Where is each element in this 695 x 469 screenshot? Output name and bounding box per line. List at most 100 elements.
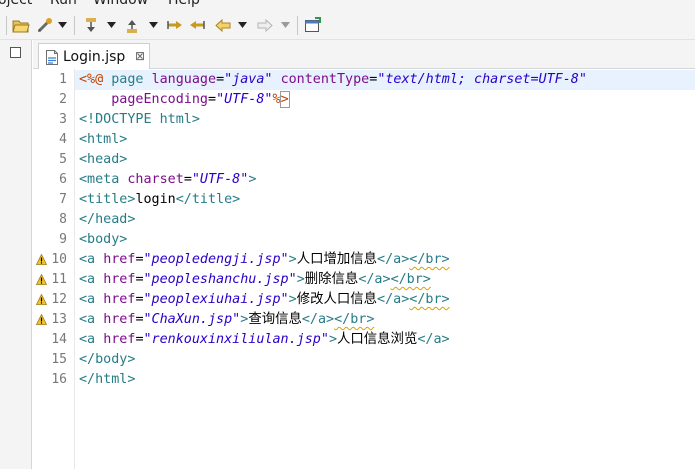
code-token: page bbox=[111, 72, 152, 87]
code-line[interactable]: <meta charset="UTF-8"> bbox=[79, 170, 256, 190]
code-token: </body> bbox=[79, 352, 136, 367]
code-token: login bbox=[135, 192, 176, 207]
menu-window[interactable]: Window bbox=[93, 0, 148, 8]
code-token: </br> bbox=[409, 252, 450, 267]
code-token: "UTF-8" bbox=[216, 92, 273, 107]
code-line[interactable]: <a href="ChaXun.jsp">查询信息</a></br> bbox=[79, 310, 374, 330]
close-icon[interactable]: ⊠ bbox=[135, 49, 145, 63]
menu-project[interactable]: oject bbox=[0, 0, 32, 8]
warning-icon[interactable] bbox=[36, 254, 47, 265]
code-line[interactable]: <a href="peopleshanchu.jsp">删除信息</a></br… bbox=[79, 270, 431, 290]
line-number: 1 bbox=[59, 72, 67, 87]
chevron-down-icon[interactable] bbox=[281, 22, 290, 28]
code-token: = bbox=[183, 172, 192, 187]
code-token: "text/html; charset=UTF-8" bbox=[377, 72, 587, 87]
jsp-file-icon bbox=[45, 50, 59, 65]
code-line[interactable]: </head> bbox=[79, 210, 135, 230]
line-number: 4 bbox=[59, 132, 67, 147]
code-line[interactable]: <body> bbox=[79, 230, 127, 250]
code-token: <body> bbox=[79, 232, 128, 247]
code-token: <a bbox=[79, 252, 104, 267]
line-number: 5 bbox=[59, 152, 67, 167]
toolbar bbox=[0, 10, 695, 40]
warning-icon[interactable] bbox=[36, 294, 47, 305]
line-number: 7 bbox=[59, 192, 67, 207]
code-token: </a> bbox=[417, 332, 450, 347]
line-number: 14 bbox=[51, 332, 67, 347]
code-token: > bbox=[296, 272, 305, 287]
code-token: </br> bbox=[334, 312, 375, 327]
code-line[interactable]: <a href="renkouxinxiliulan.jsp">人口信息浏览</… bbox=[79, 330, 450, 350]
code-token: = bbox=[216, 72, 225, 87]
code-token: "renkouxinxiliulan.jsp" bbox=[143, 332, 329, 347]
next-edit-icon[interactable] bbox=[188, 17, 206, 34]
tab-title: Login.jsp bbox=[63, 49, 126, 65]
code-token: </a> bbox=[301, 312, 335, 327]
line-number: 8 bbox=[59, 212, 67, 227]
line-number: 2 bbox=[59, 92, 67, 107]
code-token: href bbox=[103, 312, 136, 327]
line-number: 6 bbox=[59, 172, 67, 187]
code-token: <a bbox=[79, 272, 104, 287]
code-token: </head> bbox=[79, 212, 136, 227]
code-editor[interactable]: 1 2 3 4 5 6 7 8 9 10 11 12 13 14 15 16 <%@ page languag… bbox=[33, 69, 695, 469]
code-token: = bbox=[135, 272, 144, 287]
code-token: 人口信息浏览 bbox=[337, 332, 418, 347]
code-line[interactable]: </body> bbox=[79, 350, 135, 370]
chevron-down-icon[interactable] bbox=[58, 22, 67, 28]
code-token: contentType bbox=[280, 72, 370, 87]
code-token: = bbox=[135, 332, 144, 347]
code-token: "peoplexiuhai.jsp" bbox=[143, 292, 289, 307]
code-token: = bbox=[135, 252, 144, 267]
code-line[interactable]: <title>login</title> bbox=[79, 190, 240, 210]
code-token: href bbox=[103, 292, 136, 307]
code-line[interactable]: pageEncoding="UTF-8"%> bbox=[79, 90, 290, 110]
last-edit-icon[interactable] bbox=[166, 17, 184, 34]
code-token: pageEncoding bbox=[111, 92, 208, 107]
code-token: > bbox=[288, 292, 297, 307]
menu-help[interactable]: Help bbox=[168, 0, 200, 8]
code-line[interactable]: <!DOCTYPE html> bbox=[79, 110, 200, 130]
line-number: 9 bbox=[59, 232, 67, 247]
line-number: 15 bbox=[51, 352, 67, 367]
left-panel-strip bbox=[0, 40, 32, 469]
code-line[interactable]: <head> bbox=[79, 150, 127, 170]
previous-annotation-icon[interactable] bbox=[125, 17, 143, 34]
code-token: <head> bbox=[79, 152, 128, 167]
toolbar-separator bbox=[6, 16, 7, 35]
gutter-divider bbox=[74, 69, 75, 469]
code-token: </a> bbox=[377, 252, 410, 267]
code-token: %> bbox=[272, 91, 290, 108]
code-line[interactable]: <a href="peoplexiuhai.jsp">修改人口信息</a></b… bbox=[79, 290, 450, 310]
restore-panel-icon[interactable] bbox=[10, 47, 21, 58]
tab-login-jsp[interactable]: Login.jsp ⊠ bbox=[38, 43, 150, 70]
code-line[interactable]: </html> bbox=[79, 370, 135, 390]
chevron-down-icon[interactable] bbox=[238, 22, 247, 28]
toolbar-separator bbox=[74, 16, 75, 35]
back-icon[interactable] bbox=[214, 17, 232, 34]
code-token: <!DOCTYPE bbox=[79, 112, 160, 127]
line-number-gutter: 1 2 3 4 5 6 7 8 9 10 11 12 13 14 15 16 bbox=[33, 69, 74, 469]
menu-bar: oject Run Window Help bbox=[0, 0, 695, 10]
run-icon[interactable] bbox=[36, 17, 54, 34]
warning-icon[interactable] bbox=[36, 274, 47, 285]
code-token: html bbox=[159, 112, 192, 127]
code-token: </br> bbox=[390, 272, 431, 287]
code-token: = bbox=[135, 292, 144, 307]
forward-icon[interactable] bbox=[256, 17, 274, 34]
chevron-down-icon[interactable] bbox=[107, 22, 116, 28]
code-token: 删除信息 bbox=[304, 272, 359, 287]
chevron-down-icon[interactable] bbox=[149, 22, 158, 28]
code-line[interactable]: <html> bbox=[79, 130, 127, 150]
code-token: 人口增加信息 bbox=[296, 252, 378, 267]
next-annotation-icon[interactable] bbox=[84, 17, 102, 34]
open-console-icon[interactable] bbox=[304, 17, 322, 34]
line-number: 16 bbox=[51, 372, 67, 387]
code-line[interactable]: <%@ page language="java" contentType="te… bbox=[79, 70, 587, 90]
menu-run[interactable]: Run bbox=[50, 0, 77, 8]
warning-icon[interactable] bbox=[36, 314, 47, 325]
code-line[interactable]: <a href="peopledengji.jsp">人口增加信息</a></b… bbox=[79, 250, 450, 270]
open-folder-icon[interactable] bbox=[12, 17, 30, 34]
code-token: href bbox=[103, 272, 136, 287]
